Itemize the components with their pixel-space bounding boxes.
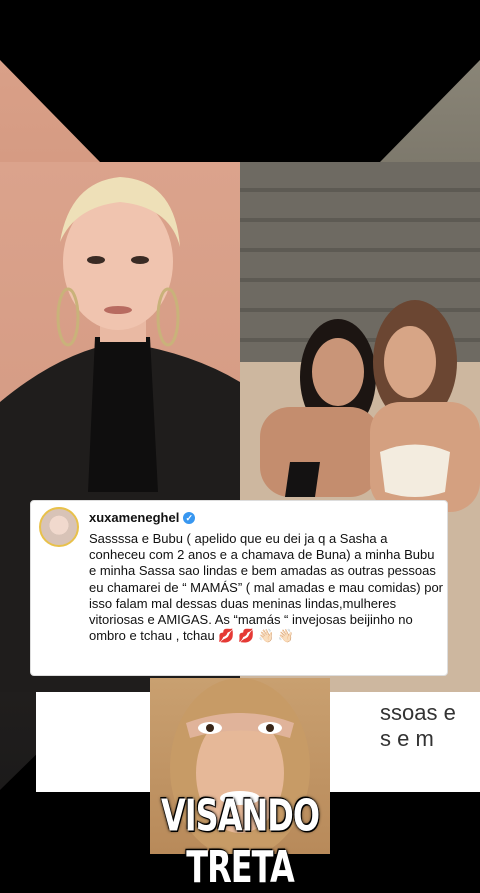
username[interactable]: xuxameneghel [89,510,179,525]
brand-title: VISANDO TRETA [160,790,320,893]
avatar[interactable] [39,507,79,547]
bottom-partial-text: ssoas e s e m [380,700,456,751]
post-caption: Sassssa e Bubu ( apelido que eu dei ja q… [89,531,444,644]
verified-badge-icon: ✓ [183,512,196,524]
username-row[interactable]: xuxameneghel ✓ [89,510,196,525]
instagram-caption-card: xuxameneghel ✓ Sassssa e Bubu ( apelido q… [30,500,448,676]
